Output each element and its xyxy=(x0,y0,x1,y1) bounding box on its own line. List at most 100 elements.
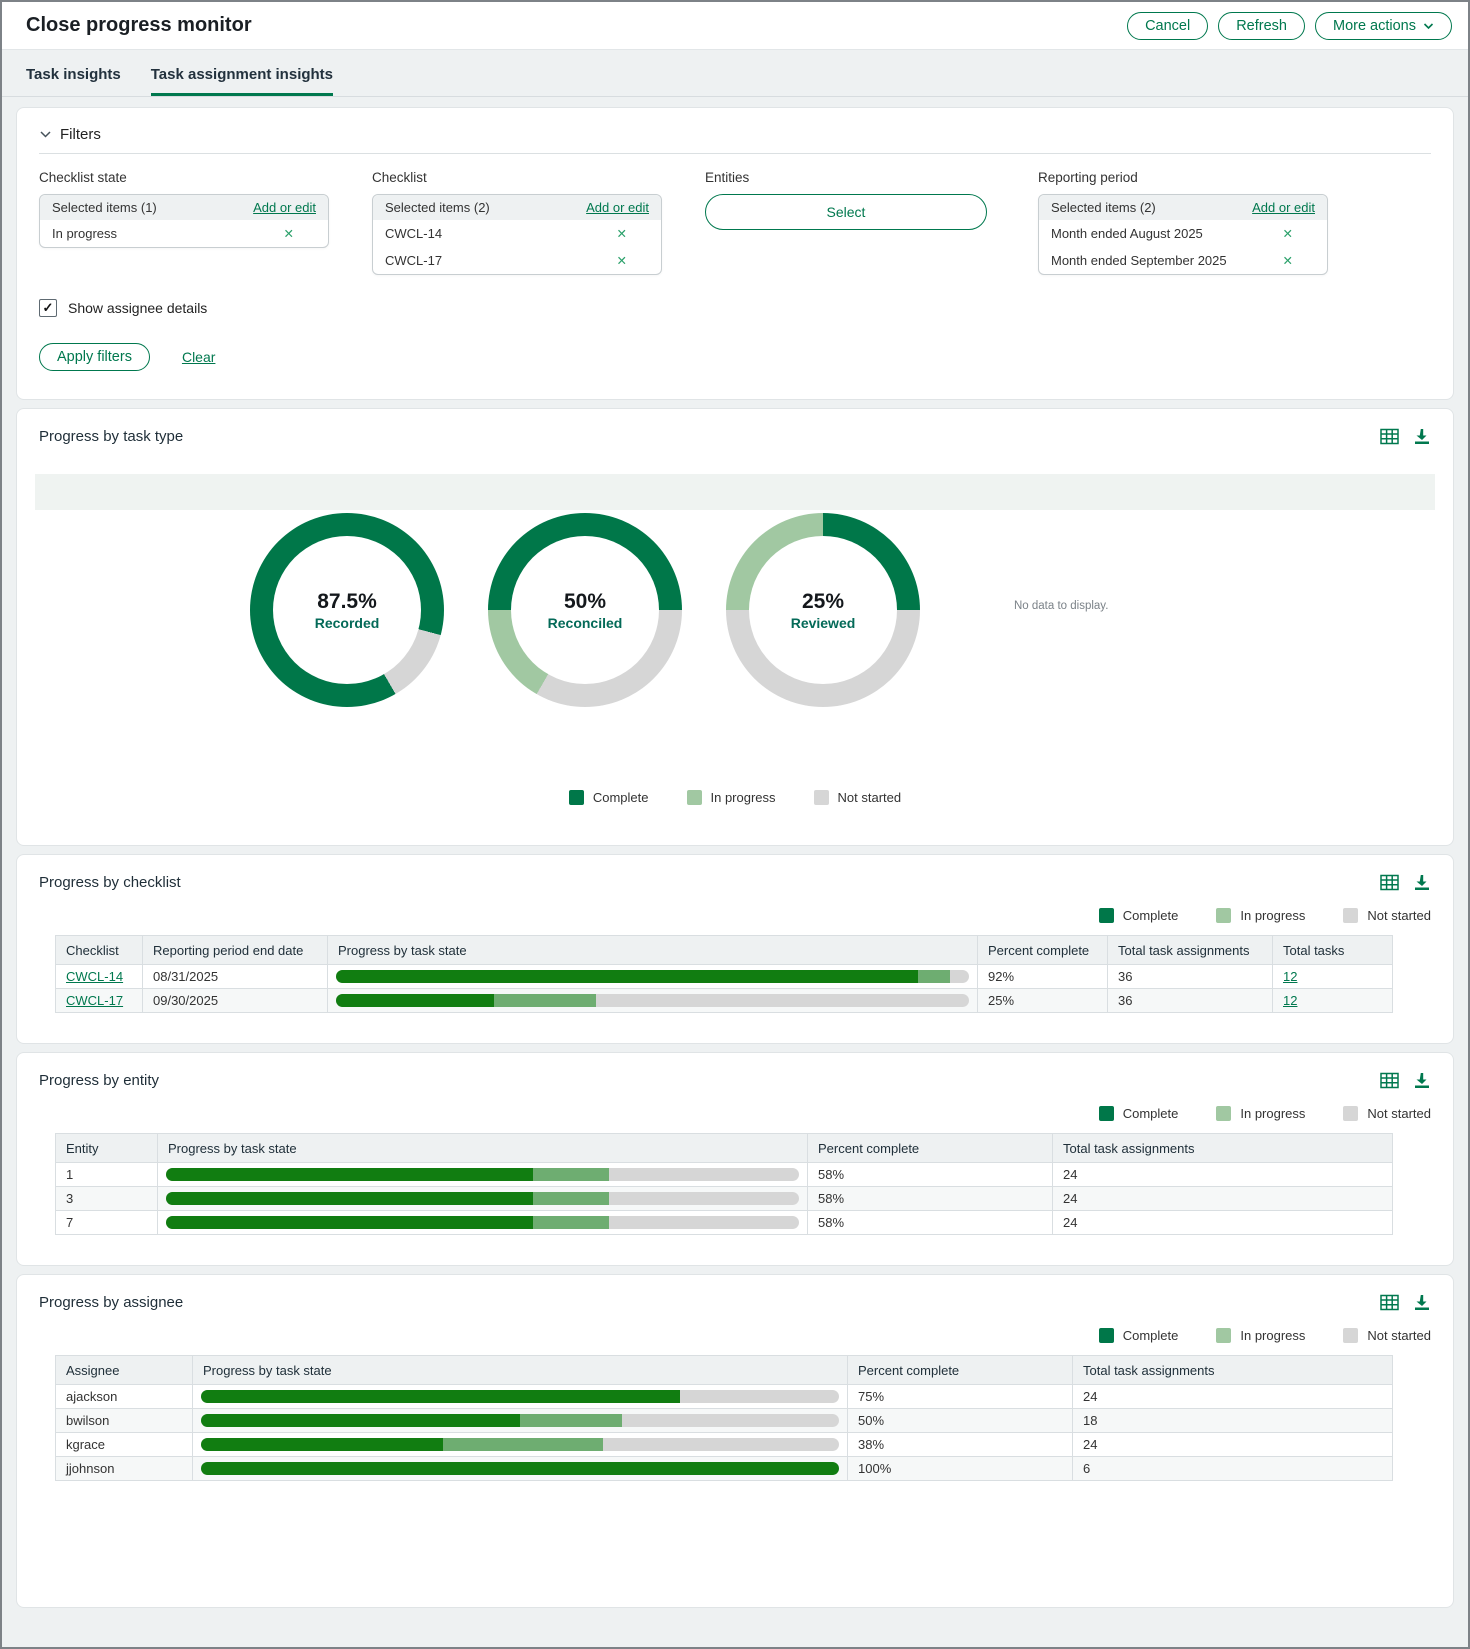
filter-chip: Month ended September 2025 ✕ xyxy=(1039,247,1327,274)
selected-items-count: Selected items (1) xyxy=(52,200,157,215)
table-row: ajackson 75% 24 xyxy=(56,1385,1393,1409)
close-progress-monitor-window: Close progress monitor Cancel Refresh Mo… xyxy=(0,0,1470,1649)
chart-legend: Complete In progress Not started xyxy=(39,790,1431,805)
section-title: Progress by entity xyxy=(39,1072,159,1089)
progress-by-checklist-table: Checklist Reporting period end date Prog… xyxy=(55,935,1393,1013)
filter-row: Checklist state Selected items (1) Add o… xyxy=(39,170,1431,275)
column-header: Percent complete xyxy=(848,1356,1073,1385)
table-view-icon[interactable] xyxy=(1380,1071,1399,1090)
remove-item-icon[interactable]: ✕ xyxy=(617,253,649,268)
apply-filters-button[interactable]: Apply filters xyxy=(39,343,150,371)
column-header: Total task assignments xyxy=(1053,1134,1393,1163)
filter-actions: Apply filters Clear xyxy=(39,343,1431,371)
column-header: Progress by task state xyxy=(193,1356,848,1385)
remove-item-icon[interactable]: ✕ xyxy=(1283,226,1315,241)
progress-bar xyxy=(166,1168,799,1181)
more-actions-button[interactable]: More actions xyxy=(1315,12,1452,40)
in-progress-swatch xyxy=(1216,1328,1231,1343)
tab-strip: Task insights Task assignment insights xyxy=(2,50,1468,97)
checklist-link[interactable]: CWCL-14 xyxy=(66,969,123,984)
donut-chart-reconciled: 50% Reconciled xyxy=(488,513,682,707)
download-icon[interactable] xyxy=(1413,428,1431,446)
download-icon[interactable] xyxy=(1413,1072,1431,1090)
clear-filters-link[interactable]: Clear xyxy=(182,349,215,365)
filters-header[interactable]: Filters xyxy=(39,126,1431,143)
donut-charts: 87.5% Recorded 50% Reconciled 25% Review… xyxy=(39,512,1431,740)
total-tasks-link[interactable]: 12 xyxy=(1283,969,1297,984)
add-or-edit-link[interactable]: Add or edit xyxy=(586,200,649,215)
table-view-icon[interactable] xyxy=(1380,873,1399,892)
column-header: Total task assignments xyxy=(1073,1356,1393,1385)
remove-item-icon[interactable]: ✕ xyxy=(617,226,649,241)
complete-swatch xyxy=(1099,1106,1114,1121)
filters-title: Filters xyxy=(60,126,101,143)
download-icon[interactable] xyxy=(1413,1294,1431,1312)
progress-bar xyxy=(201,1414,839,1427)
chart-legend: Complete In progress Not started xyxy=(39,1328,1431,1343)
filter-chip: In progress ✕ xyxy=(40,220,328,247)
filter-checklist-state: Checklist state Selected items (1) Add o… xyxy=(39,170,329,275)
filter-reporting-period: Reporting period Selected items (2) Add … xyxy=(1038,170,1328,275)
column-header: Progress by task state xyxy=(158,1134,808,1163)
in-progress-swatch xyxy=(687,790,702,805)
chart-toolbar-band xyxy=(35,474,1435,510)
progress-by-entity-card: Progress by entity Complete In progress … xyxy=(16,1052,1454,1266)
progress-by-checklist-card: Progress by checklist Complete In progre… xyxy=(16,854,1454,1044)
add-or-edit-link[interactable]: Add or edit xyxy=(253,200,316,215)
column-header: Progress by task state xyxy=(328,936,978,965)
table-row: CWCL-14 08/31/2025 92% 36 12 xyxy=(56,965,1393,989)
refresh-button[interactable]: Refresh xyxy=(1218,12,1305,40)
filter-checklist: Checklist Selected items (2) Add or edit… xyxy=(372,170,662,275)
progress-by-assignee-card: Progress by assignee Complete In progres… xyxy=(16,1274,1454,1608)
progress-by-entity-table: Entity Progress by task state Percent co… xyxy=(55,1133,1393,1235)
table-row: 1 58% 24 xyxy=(56,1163,1393,1187)
progress-bar xyxy=(336,994,969,1007)
progress-bar xyxy=(166,1216,799,1229)
checklist-link[interactable]: CWCL-17 xyxy=(66,993,123,1008)
not-started-swatch xyxy=(1343,1106,1358,1121)
complete-swatch xyxy=(1099,908,1114,923)
remove-item-icon[interactable]: ✕ xyxy=(284,226,316,241)
column-header: Total tasks xyxy=(1273,936,1393,965)
column-header: Checklist xyxy=(56,936,143,965)
add-or-edit-link[interactable]: Add or edit xyxy=(1252,200,1315,215)
tab-task-insights[interactable]: Task insights xyxy=(26,66,121,96)
not-started-swatch xyxy=(1343,908,1358,923)
table-row: 7 58% 24 xyxy=(56,1211,1393,1235)
show-assignee-details-row: ✓ Show assignee details xyxy=(39,299,1431,317)
cancel-button[interactable]: Cancel xyxy=(1127,12,1208,40)
in-progress-swatch xyxy=(1216,908,1231,923)
progress-by-assignee-table: Assignee Progress by task state Percent … xyxy=(55,1355,1393,1481)
show-assignee-details-checkbox[interactable]: ✓ xyxy=(39,299,57,317)
table-view-icon[interactable] xyxy=(1380,1293,1399,1312)
table-row: jjohnson 100% 6 xyxy=(56,1457,1393,1481)
chevron-down-icon xyxy=(1423,18,1434,34)
tab-task-assignment-insights[interactable]: Task assignment insights xyxy=(151,66,333,96)
column-header: Entity xyxy=(56,1134,158,1163)
progress-bar xyxy=(201,1438,839,1451)
complete-swatch xyxy=(1099,1328,1114,1343)
download-icon[interactable] xyxy=(1413,874,1431,892)
filter-entities: Entities Select xyxy=(705,170,995,275)
not-started-swatch xyxy=(814,790,829,805)
no-data-message: No data to display. xyxy=(1014,600,1108,612)
in-progress-swatch xyxy=(1216,1106,1231,1121)
table-row: kgrace 38% 24 xyxy=(56,1433,1393,1457)
column-header: Percent complete xyxy=(978,936,1108,965)
table-row: 3 58% 24 xyxy=(56,1187,1393,1211)
chart-legend: Complete In progress Not started xyxy=(39,908,1431,923)
app-header: Close progress monitor Cancel Refresh Mo… xyxy=(2,2,1468,50)
chart-legend: Complete In progress Not started xyxy=(39,1106,1431,1121)
filter-chip: Month ended August 2025 ✕ xyxy=(1039,220,1327,247)
chevron-down-icon xyxy=(39,126,52,143)
progress-bar xyxy=(201,1462,839,1475)
column-header: Reporting period end date xyxy=(143,936,328,965)
column-header: Assignee xyxy=(56,1356,193,1385)
total-tasks-link[interactable]: 12 xyxy=(1283,993,1297,1008)
column-header: Percent complete xyxy=(808,1134,1053,1163)
progress-bar xyxy=(201,1390,839,1403)
remove-item-icon[interactable]: ✕ xyxy=(1283,253,1315,268)
table-view-icon[interactable] xyxy=(1380,427,1399,446)
entities-select-button[interactable]: Select xyxy=(705,194,987,230)
filters-panel: Filters Checklist state Selected items (… xyxy=(16,107,1454,400)
